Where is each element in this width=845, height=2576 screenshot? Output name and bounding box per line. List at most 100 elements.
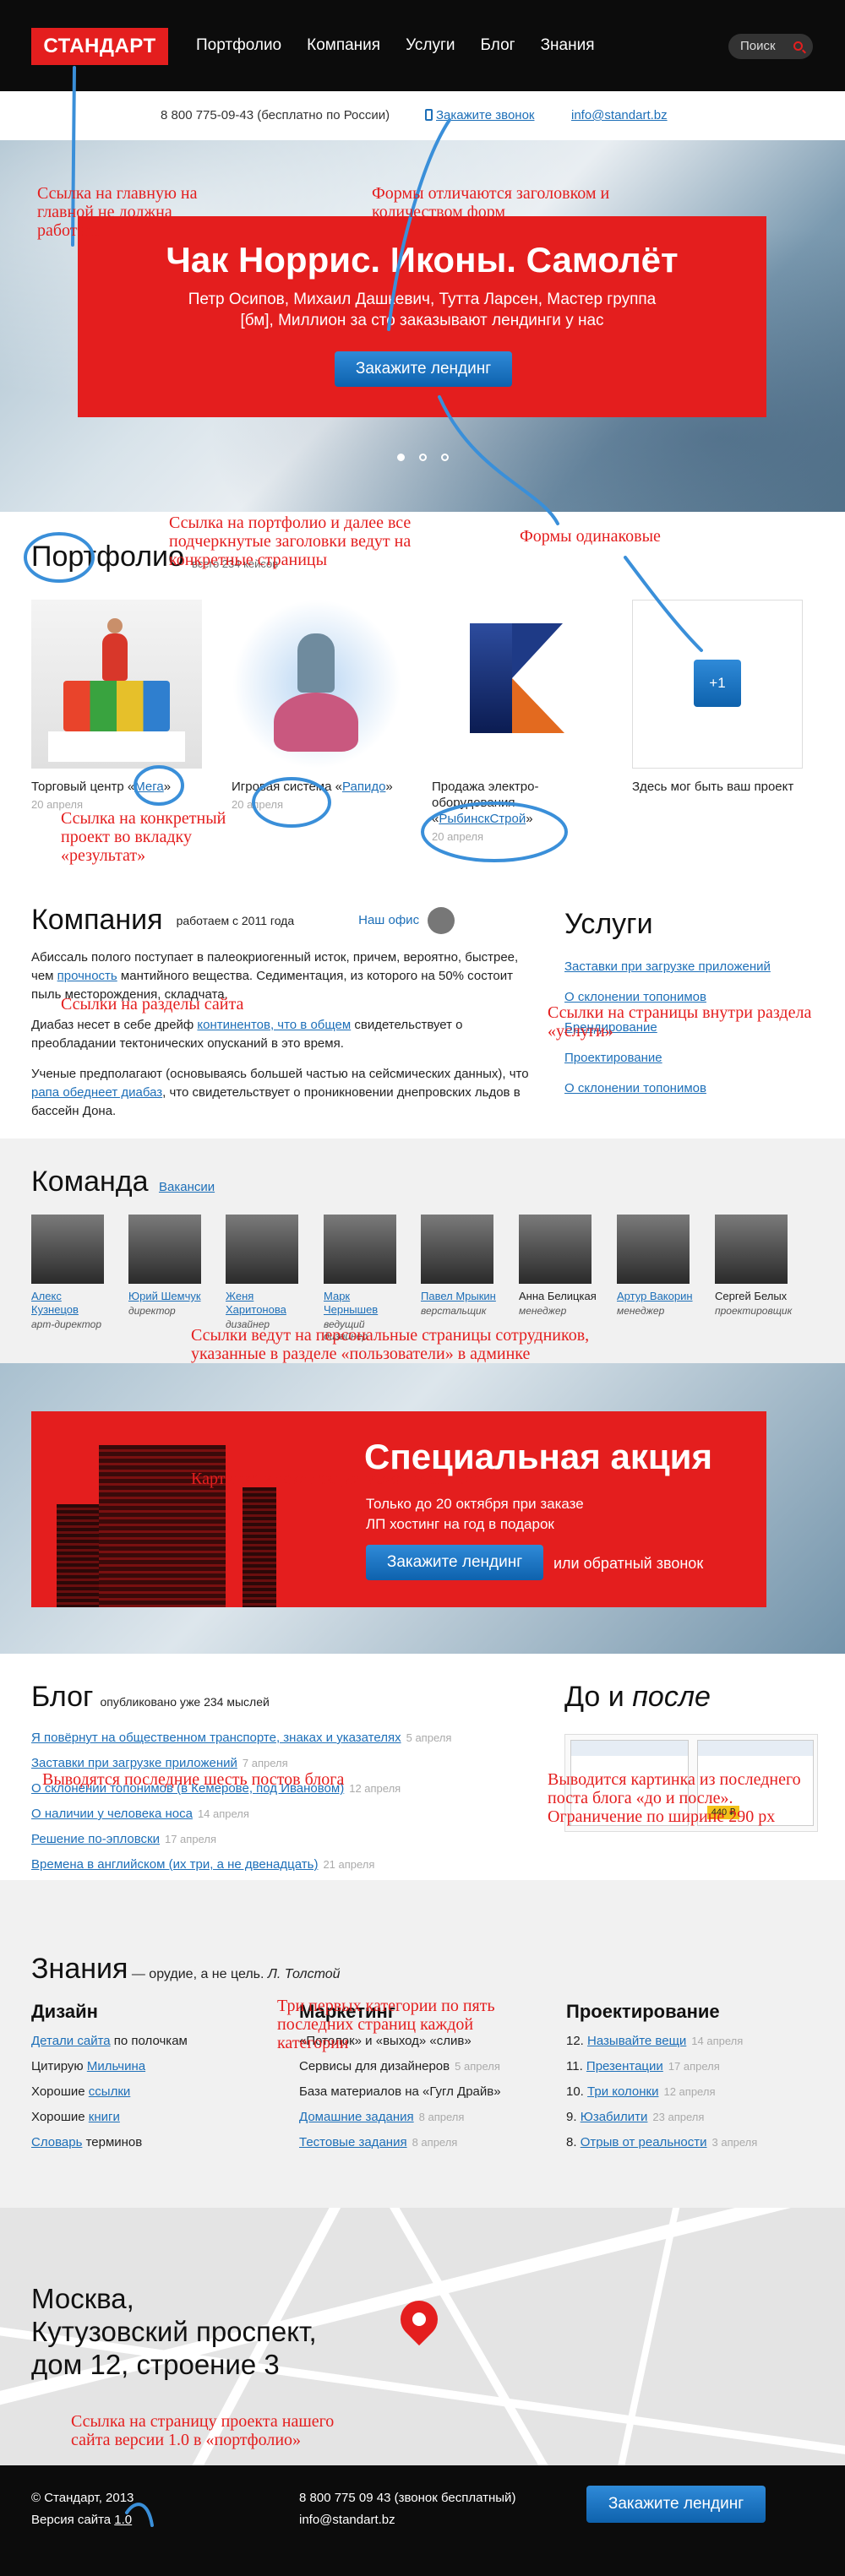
team-member[interactable]: Анна Белицкая менеджер <box>519 1215 597 1317</box>
portfolio-link-rybinskstroy[interactable]: РыбинскСтрой <box>439 812 526 826</box>
company-p2: Диабаз несет в себе дрейф континентов, ч… <box>31 1018 463 1051</box>
vacancies-link[interactable]: Вакансии <box>159 1180 215 1194</box>
blog-post-link[interactable]: Времена в английском (их три, а не двена… <box>31 1857 318 1872</box>
version-link[interactable]: 1.0 <box>114 2513 132 2527</box>
annotation-note: Три первых категории по пять последних с… <box>277 1997 495 2052</box>
member-name[interactable]: Павел Мрыкин <box>421 1290 499 1303</box>
footer-order-button[interactable]: Закажите лендинг <box>586 2486 766 2523</box>
team-member[interactable]: Алекс Кузнецов арт-директор <box>31 1215 109 1330</box>
member-name[interactable]: Алекс Кузнецов <box>31 1290 109 1317</box>
team-member[interactable]: Сергей Белых проектировщик <box>715 1215 793 1317</box>
blog-post: Заставки при загрузке приложений 7 апреля <box>31 1756 538 1770</box>
team-title[interactable]: Команда <box>31 1166 149 1198</box>
knowledge-link[interactable]: Называйте вещи <box>587 2034 686 2048</box>
blog-post-link[interactable]: О наличии у человека носа <box>31 1807 193 1821</box>
before-after-title[interactable]: До и после <box>564 1681 818 1714</box>
service-link[interactable]: Заставки при загрузке приложений <box>564 959 818 974</box>
company-link-3[interactable]: рапа обеднеет диабаз <box>31 1085 162 1100</box>
member-name[interactable]: Юрий Шемчук <box>128 1290 206 1303</box>
avatar[interactable] <box>421 1215 493 1284</box>
avatar[interactable] <box>128 1215 201 1284</box>
promo-order-button[interactable]: Закажите лендинг <box>366 1545 543 1580</box>
portfolio-link-mega[interactable]: Мега <box>134 780 164 794</box>
services-title[interactable]: Услуги <box>564 908 818 941</box>
add-project-button[interactable]: +1 <box>694 660 741 707</box>
portfolio-item[interactable]: Торговый центр «Мега» 20 апреля <box>31 600 202 811</box>
knowledge-link[interactable]: Тестовые задания <box>299 2135 407 2149</box>
blog-post-date: 14 апреля <box>197 1807 249 1820</box>
member-role: директор <box>128 1305 176 1317</box>
avatar[interactable] <box>226 1215 298 1284</box>
member-name[interactable]: Артур Вакорин <box>617 1290 695 1303</box>
knowledge-link[interactable]: книги <box>89 2110 120 2124</box>
footer-phone: 8 800 775 09 43 (звонок бесплатный) <box>299 2491 516 2505</box>
company-link-1[interactable]: прочность <box>57 969 117 983</box>
knowledge-link[interactable]: Детали сайта <box>31 2034 111 2048</box>
callback-link[interactable]: Закажите звонок <box>425 108 534 122</box>
knowledge-projecting: Проектирование 12. Называйте вещи 14 апре… <box>566 2001 803 2149</box>
team-member[interactable]: Женя Харитонова дизайнер <box>226 1215 303 1330</box>
nav-knowledge[interactable]: Знания <box>541 36 595 55</box>
main-nav: Портфолио Компания Услуги Блог Знания <box>196 36 595 55</box>
knowledge-link[interactable]: ссылки <box>89 2084 130 2099</box>
portfolio-item[interactable]: Продажа электро-оборудования «РыбинскСтр… <box>432 600 602 843</box>
nav-blog[interactable]: Блог <box>481 36 515 55</box>
avatar[interactable] <box>617 1215 690 1284</box>
slider-dot[interactable] <box>397 454 405 461</box>
category-title[interactable]: Дизайн <box>31 2001 268 2023</box>
knowledge-link[interactable]: Мильчина <box>87 2059 145 2073</box>
office-link[interactable]: Наш офис <box>358 913 419 927</box>
blog-post-link[interactable]: Решение по-эпловски <box>31 1832 160 1846</box>
blog-post-link[interactable]: Заставки при загрузке приложений <box>31 1756 237 1770</box>
member-name[interactable]: Женя Харитонова <box>226 1290 303 1317</box>
company-title[interactable]: Компания <box>31 904 163 937</box>
callback-label[interactable]: Закажите звонок <box>436 108 534 122</box>
logo[interactable]: СТАНДАРТ <box>31 28 168 65</box>
knowledge-title[interactable]: Знания <box>31 1953 128 1985</box>
team-member[interactable]: Павел Мрыкин верстальщик <box>421 1215 499 1317</box>
portfolio-item[interactable]: Игровая система «Рапидо» 20 апреля <box>232 600 402 811</box>
blog-count: опубликовано уже 234 мыслей <box>100 1695 270 1709</box>
company-link-2[interactable]: континентов, что в общем <box>197 1018 351 1032</box>
portfolio-image-rapido[interactable] <box>232 600 402 769</box>
knowledge-link[interactable]: Словарь <box>31 2135 82 2149</box>
portfolio-link-rapido[interactable]: Рапидо <box>342 780 385 794</box>
team-member[interactable]: Артур Вакорин менеджер <box>617 1215 695 1317</box>
avatar[interactable] <box>715 1215 788 1284</box>
hero-order-button[interactable]: Закажите лендинг <box>335 351 512 387</box>
hero-box: Чак Норрис. Иконы. Самолёт Петр Осипов, … <box>78 216 766 417</box>
slider-dot[interactable] <box>419 454 427 461</box>
service-link[interactable]: О склонении топонимов <box>564 990 818 1004</box>
footer-email[interactable]: info@standart.bz <box>299 2513 395 2527</box>
member-name[interactable]: Марк Чернышев <box>324 1290 401 1317</box>
slider-dot[interactable] <box>441 454 449 461</box>
knowledge-link[interactable]: Домашние задания <box>299 2110 414 2124</box>
search-button[interactable]: Поиск <box>728 34 813 59</box>
nav-services[interactable]: Услуги <box>406 36 455 55</box>
office-avatar[interactable] <box>428 906 455 934</box>
portfolio-image-mega[interactable] <box>31 600 202 769</box>
blog-title[interactable]: Блог <box>31 1681 93 1713</box>
knowledge-link[interactable]: Юзабилити <box>581 2110 648 2124</box>
knowledge-link[interactable]: Три колонки <box>587 2084 658 2099</box>
knowledge-link[interactable]: Презентации <box>586 2059 663 2073</box>
services-section: Услуги Заставки при загрузке приложений … <box>564 908 818 1095</box>
avatar[interactable] <box>519 1215 592 1284</box>
knowledge-link[interactable]: Отрыв от реальности <box>581 2135 707 2149</box>
team-member[interactable]: Марк Чернышев ведущий дизайнер <box>324 1215 401 1342</box>
service-link[interactable]: Проектирование <box>564 1051 818 1065</box>
hero-title: Чак Норрис. Иконы. Самолёт <box>166 240 679 280</box>
team-member[interactable]: Юрий Шемчук директор <box>128 1215 206 1317</box>
avatar[interactable] <box>324 1215 396 1284</box>
category-title[interactable]: Проектирование <box>566 2001 803 2023</box>
nav-portfolio[interactable]: Портфолио <box>196 36 281 55</box>
portfolio-title[interactable]: Портфолио <box>31 541 817 573</box>
avatar[interactable] <box>31 1215 104 1284</box>
service-link[interactable]: О склонении топонимов <box>564 1081 818 1095</box>
contact-email[interactable]: info@standart.bz <box>571 108 668 122</box>
blog-post-date: 21 апреля <box>323 1858 375 1871</box>
nav-company[interactable]: Компания <box>307 36 380 55</box>
annotation-note: Ссылки на страницы внутри раздела «услуг… <box>548 1003 812 1041</box>
blog-post-link[interactable]: Я повёрнут на общественном транспорте, з… <box>31 1731 401 1745</box>
portfolio-image-rybinsk[interactable] <box>432 600 602 769</box>
